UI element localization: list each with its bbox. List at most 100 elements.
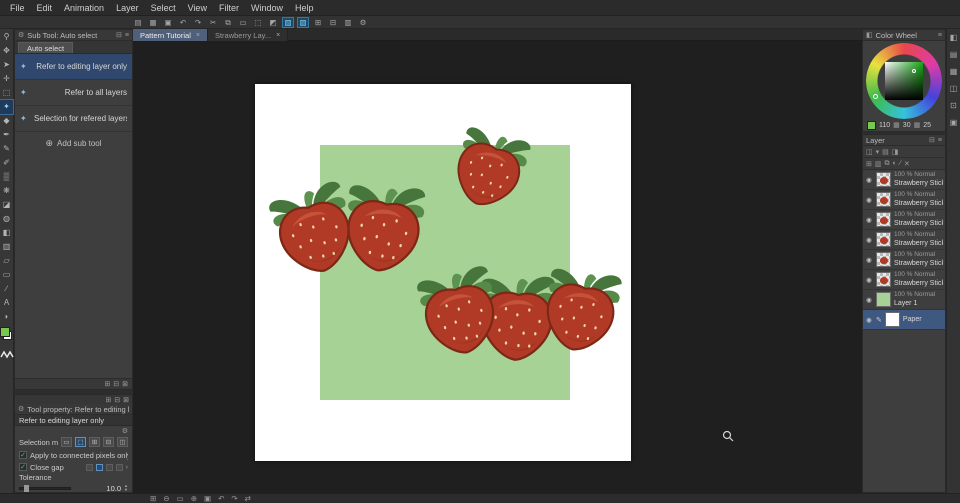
close-tab-icon[interactable]: ×	[276, 32, 280, 39]
menu-select[interactable]: Select	[145, 3, 182, 13]
selection-mode-subtract-button[interactable]: ⊞	[89, 437, 100, 447]
stepper-down-icon[interactable]: ▼	[124, 488, 128, 492]
rotate-right-icon[interactable]: ↷	[231, 494, 237, 503]
saturation-value-square[interactable]	[885, 62, 923, 100]
zoom-in-icon[interactable]: ⊕	[191, 494, 197, 503]
subtool-item-selection-refered-layers[interactable]: ✦ Selection for refered layers	[15, 106, 132, 132]
layer-row[interactable]: ◉ 100 % Normal Strawberry Sticker 1 Copy	[863, 210, 945, 230]
fill-tool-icon[interactable]: ◧	[0, 226, 13, 240]
menu-animation[interactable]: Animation	[58, 3, 110, 13]
layer-row[interactable]: ◉ 100 % Normal Strawberry Sticker 2	[863, 250, 945, 270]
menu-window[interactable]: Window	[245, 3, 289, 13]
move-tool-icon[interactable]: ✥	[0, 44, 13, 58]
new-file-icon[interactable]: ▤	[132, 17, 144, 28]
menu-view[interactable]: View	[182, 3, 213, 13]
opacity-icon[interactable]: ▤	[882, 148, 889, 156]
layer-ruler-icon[interactable]: ∕	[900, 160, 901, 167]
zoom-out-icon[interactable]: ⊖	[163, 494, 169, 503]
zoom-slider-icon[interactable]: ▭	[177, 494, 184, 503]
color-wheel-tab-icon[interactable]: ◧	[950, 33, 958, 42]
panel-boxed-icon[interactable]: ⊠	[122, 380, 128, 388]
selection-mode-add-button[interactable]: ⬚	[75, 437, 86, 447]
layer-thumbnail[interactable]	[876, 292, 891, 307]
color-set-tab-icon[interactable]: ▦	[950, 67, 958, 76]
tolerance-stepper[interactable]: ▲ ▼	[124, 484, 128, 492]
canvas-viewport[interactable]	[133, 41, 862, 493]
eye-icon[interactable]: ◉	[865, 276, 873, 284]
panel-menu-icon[interactable]: ≡	[125, 32, 129, 39]
subtool-item-refer-editing-layer[interactable]: ✦ Refer to editing layer only	[15, 54, 132, 80]
blend-mode-icon[interactable]: ◫	[866, 148, 873, 156]
blend-tool-icon[interactable]: ◍	[0, 212, 13, 226]
rotate-left-icon[interactable]: ↶	[218, 494, 224, 503]
ruler-tool-icon[interactable]: ∕	[0, 282, 13, 296]
current-color-swatch[interactable]	[867, 121, 876, 130]
layer-row[interactable]: ◉ 100 % Normal Strawberry Sticker 2 Copy	[863, 190, 945, 210]
layer-thumbnail[interactable]	[876, 272, 891, 287]
pencil-tool-icon[interactable]: ✎	[0, 142, 13, 156]
new-folder-icon[interactable]: ▥	[875, 160, 882, 168]
panel-expand-icon[interactable]: ⊞	[104, 380, 110, 388]
chevron-right-icon[interactable]: ›	[126, 464, 128, 471]
color-slider-tab-icon[interactable]: ▤	[950, 50, 958, 59]
collapse-icon[interactable]: ⊟	[929, 136, 935, 144]
sub-tool-tab-auto-select[interactable]: Auto select	[18, 42, 73, 53]
settings-icon[interactable]: ⚙	[357, 17, 369, 28]
color-mode-icon[interactable]: ▦	[914, 121, 921, 129]
layer-row[interactable]: ◉ 100 % Normal Strawberry Sticker 1	[863, 270, 945, 290]
menu-filter[interactable]: Filter	[213, 3, 245, 13]
color-mixing-tab-icon[interactable]: ◫	[950, 84, 958, 93]
redo-icon[interactable]: ↷	[192, 17, 204, 28]
color-wheel[interactable]	[866, 43, 942, 119]
layer-row[interactable]: ◉ 100 % Normal Strawberry Sticker 3 Copy	[863, 170, 945, 190]
frame-tool-icon[interactable]: ▭	[0, 268, 13, 282]
zoom-tool-icon[interactable]: ⚲	[0, 30, 13, 44]
color-wheel-header[interactable]: ◧ Color Wheel ≡	[863, 30, 945, 41]
close-gap-size-1[interactable]	[86, 464, 93, 471]
eye-icon[interactable]: ◉	[865, 236, 873, 244]
airbrush-tool-icon[interactable]: ▒	[0, 170, 13, 184]
panel-menu-icon[interactable]: ≡	[938, 137, 942, 144]
menu-help[interactable]: Help	[289, 3, 320, 13]
panel-menu-icon[interactable]: ≡	[938, 32, 942, 39]
snap-special-icon[interactable]: ⊞	[312, 17, 324, 28]
cut-icon[interactable]: ✂	[207, 17, 219, 28]
duplicate-layer-icon[interactable]: ⧉	[885, 160, 890, 168]
brush-tool-icon[interactable]: ✐	[0, 156, 13, 170]
document-canvas[interactable]	[255, 84, 631, 461]
canvas-tab-strawberry-layout[interactable]: Strawberry Lay... ×	[208, 29, 288, 41]
hue-cursor[interactable]	[873, 94, 878, 99]
close-tab-icon[interactable]: ×	[196, 32, 200, 39]
flip-horizontal-icon[interactable]: ⇄	[245, 494, 251, 503]
snap-to-ruler-icon[interactable]: ▨	[282, 17, 294, 28]
save-file-icon[interactable]: ▣	[162, 17, 174, 28]
layer-move-tool-icon[interactable]: ✛	[0, 72, 13, 86]
close-gap-size-4[interactable]	[116, 464, 123, 471]
main-color-swatch[interactable]	[0, 327, 10, 337]
color-mode-icon[interactable]: ▦	[893, 121, 900, 129]
pen-tool-icon[interactable]: ✒	[0, 128, 13, 142]
add-sub-tool-button[interactable]: ⊕ Add sub tool	[15, 132, 132, 154]
operation-tool-icon[interactable]: ➤	[0, 58, 13, 72]
clip-at-layer-icon[interactable]: ◨	[892, 148, 899, 156]
balloon-tool-icon[interactable]: ◗	[0, 310, 13, 324]
close-gap-size-3[interactable]	[106, 464, 113, 471]
layer-thumbnail[interactable]	[876, 172, 891, 187]
selection-mode-cross-button[interactable]: ◫	[117, 437, 128, 447]
panel-collapse-icon[interactable]: ⊟	[114, 396, 120, 404]
menu-edit[interactable]: Edit	[31, 3, 59, 13]
gradient-tool-icon[interactable]: ▥	[0, 240, 13, 254]
new-layer-icon[interactable]: ⊞	[866, 160, 872, 168]
text-tool-icon[interactable]: A	[0, 296, 13, 310]
layer-thumbnail[interactable]	[876, 212, 891, 227]
selection-mode-new-button[interactable]: ▭	[61, 437, 72, 447]
layer-panel-header[interactable]: Layer ⊟ ≡	[863, 135, 945, 146]
sub-view-tab-icon[interactable]: ⊡	[950, 101, 957, 110]
eye-icon[interactable]: ◉	[865, 316, 873, 324]
invert-selection-icon[interactable]: ◩	[267, 17, 279, 28]
tool-property-header[interactable]: ⚙ Tool property: Refer to editing la...	[15, 404, 132, 415]
layer-row-selected[interactable]: ◉ ✎ Paper	[863, 310, 945, 330]
undo-icon[interactable]: ↶	[177, 17, 189, 28]
eraser-tool-icon[interactable]: ◪	[0, 198, 13, 212]
tolerance-slider[interactable]	[19, 487, 71, 490]
